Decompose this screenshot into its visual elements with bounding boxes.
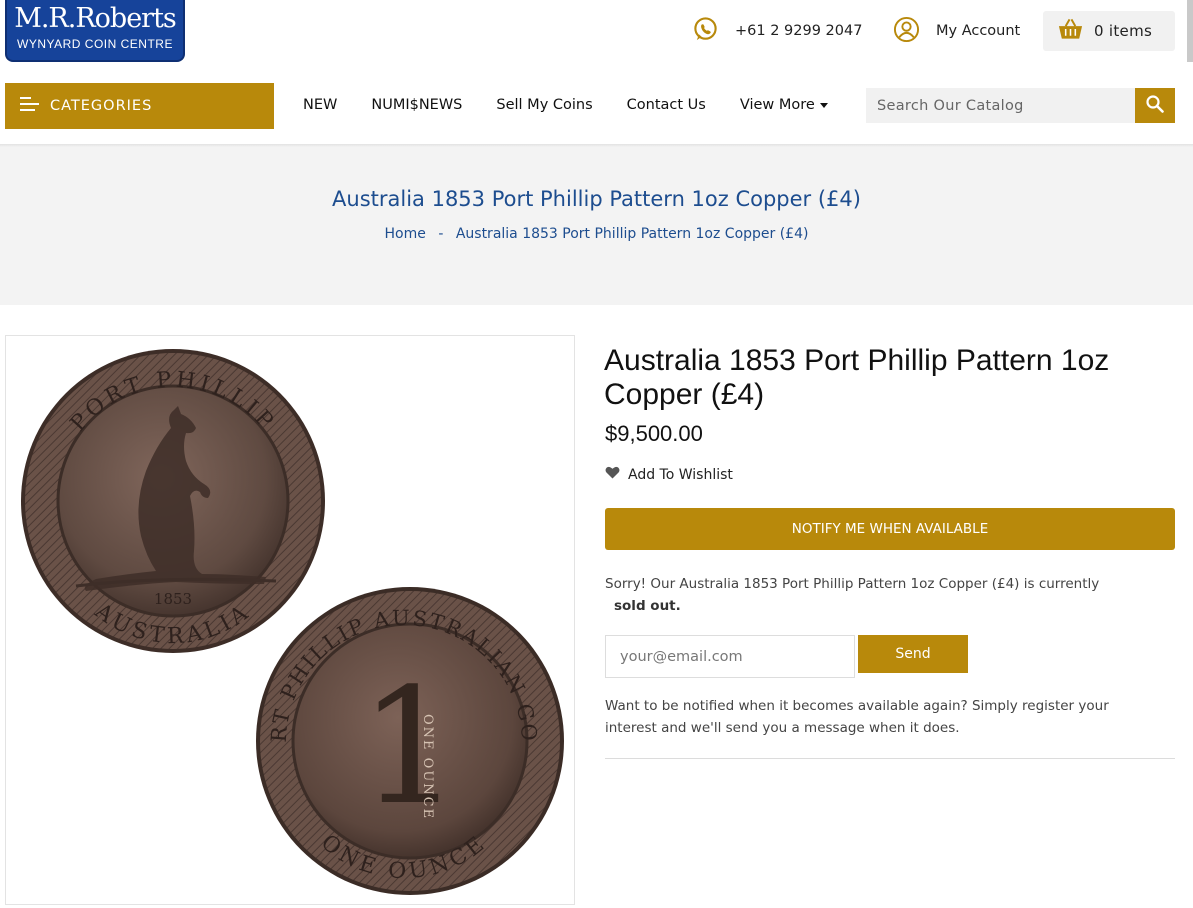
whatsapp-icon [692, 16, 719, 47]
search-icon [1146, 94, 1164, 117]
caret-down-icon [819, 102, 828, 108]
categories-menu-button[interactable]: CATEGORIES [5, 83, 274, 129]
product-title: Australia 1853 Port Phillip Pattern 1oz … [604, 344, 1110, 411]
cart-button[interactable]: 0 items [1043, 11, 1175, 51]
scrollbar[interactable] [1187, 0, 1193, 62]
email-field[interactable] [605, 635, 855, 678]
coin-reverse-inner-text: ONE OUNCE [420, 714, 435, 820]
user-icon [893, 16, 920, 47]
logo-main-text: M.R.Roberts [14, 3, 177, 34]
nav-item-view-more[interactable]: View More [740, 97, 828, 113]
coin-reverse-numeral: 1 [359, 653, 461, 840]
sold-out-text: Sorry! Our Australia 1853 Port Phillip P… [605, 576, 1100, 592]
basket-icon [1057, 17, 1084, 45]
cart-count: 0 items [1094, 22, 1153, 40]
page-header-band: Australia 1853 Port Phillip Pattern 1oz … [0, 147, 1193, 305]
main-nav: NEW NUMI$NEWS Sell My Coins Contact Us V… [303, 97, 828, 113]
product-image[interactable]: 1853 PORT PHILLIP AUSTRALIA 1 ONE OUNCE … [5, 335, 575, 905]
wishlist-label: Add To Wishlist [628, 466, 733, 483]
heart-icon [605, 466, 620, 483]
breadcrumb: Home - Australia 1853 Port Phillip Patte… [0, 226, 1193, 242]
section-divider [605, 758, 1175, 759]
notify-description: Want to be notified when it becomes avai… [605, 698, 1109, 736]
phone-link[interactable]: +61 2 9299 2047 [692, 16, 863, 47]
breadcrumb-home-link[interactable]: Home [385, 226, 426, 242]
view-more-label: View More [739, 97, 815, 113]
send-button[interactable]: Send [858, 635, 968, 673]
my-account-link[interactable]: My Account [893, 16, 1021, 47]
hamburger-icon [20, 97, 40, 115]
coin-obverse: 1853 PORT PHILLIP AUSTRALIA [21, 349, 325, 653]
breadcrumb-current: Australia 1853 Port Phillip Pattern 1oz … [455, 226, 809, 242]
nav-item-new[interactable]: NEW [303, 97, 337, 113]
product-price: $9,500.00 [605, 421, 703, 446]
sold-out-message: Sorry! Our Australia 1853 Port Phillip P… [605, 573, 1165, 617]
phone-number: +61 2 9299 2047 [735, 23, 863, 39]
search-button[interactable] [1135, 88, 1175, 123]
add-to-wishlist-link[interactable]: Add To Wishlist [605, 466, 733, 483]
nav-item-numisnews[interactable]: NUMI$NEWS [371, 97, 462, 113]
nav-item-contact-us[interactable]: Contact Us [627, 97, 706, 113]
search-bar [866, 88, 1175, 123]
page-title: Australia 1853 Port Phillip Pattern 1oz … [332, 187, 861, 211]
categories-label: CATEGORIES [50, 98, 153, 114]
search-input[interactable] [866, 88, 1135, 123]
site-logo[interactable]: M.R.Roberts WYNYARD COIN CENTRE [5, 0, 185, 62]
sold-out-bold: sold out. [614, 598, 681, 614]
nav-item-sell-my-coins[interactable]: Sell My Coins [496, 97, 592, 113]
logo-subtitle: WYNYARD COIN CENTRE [17, 37, 173, 51]
coin-obverse-year: 1853 [154, 590, 192, 608]
coin-photo: 1853 PORT PHILLIP AUSTRALIA 1 ONE OUNCE … [6, 336, 564, 895]
my-account-label: My Account [936, 23, 1021, 39]
notify-me-button[interactable]: NOTIFY ME WHEN AVAILABLE [605, 508, 1175, 550]
breadcrumb-separator: - [438, 226, 444, 242]
